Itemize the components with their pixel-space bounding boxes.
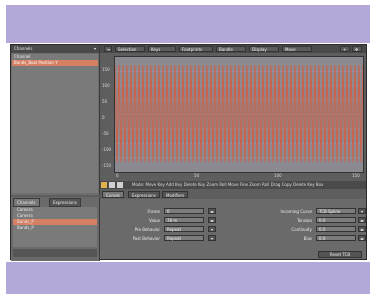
- y-tick: -100: [102, 147, 112, 152]
- frame-stepper[interactable]: ◂▸: [208, 208, 216, 214]
- chevron-down-icon: ▾: [93, 46, 96, 51]
- delete-key-icon[interactable]: [117, 182, 123, 188]
- continuity-stepper[interactable]: ◂▸: [358, 226, 366, 232]
- value-stepper[interactable]: ◂▸: [208, 217, 216, 223]
- post-behavior-select[interactable]: Repeat: [164, 235, 204, 241]
- curve-canvas[interactable]: [115, 57, 363, 172]
- tension-stepper[interactable]: ◂▸: [358, 217, 366, 223]
- y-tick: 150: [102, 67, 110, 72]
- tab-expressions[interactable]: Expressions: [49, 198, 81, 207]
- tension-label: Tension: [297, 218, 312, 223]
- bandle-menu[interactable]: Bandle: [216, 46, 246, 52]
- tree-item[interactable]: Bands_P: [13, 225, 97, 231]
- value-field[interactable]: 78 m: [164, 217, 204, 223]
- x-tick: 0: [116, 173, 119, 178]
- y-tick: 100: [102, 83, 110, 88]
- y-tick: 50: [102, 99, 108, 104]
- channel-panel: Channels ▾ Channel Bands_Bool Position Y: [11, 45, 100, 195]
- bottom-band: [6, 262, 370, 294]
- graph-editor-window: Channels ▾ Channel Bands_Bool Position Y…: [10, 44, 367, 261]
- add-key-icon[interactable]: [109, 182, 115, 188]
- key-toolbar: Mode: Move Key Add Key Delete Key Zoom R…: [100, 181, 366, 189]
- keys-menu[interactable]: Keys: [148, 46, 176, 52]
- tab-modifiers[interactable]: Modifiers: [162, 191, 189, 198]
- top-band: [6, 5, 370, 43]
- screenshot-page: Channels ▾ Channel Bands_Bool Position Y…: [0, 0, 376, 298]
- chevron-down-icon[interactable]: ▾: [358, 208, 366, 214]
- x-axis: 0 50 100 150: [114, 173, 364, 179]
- frame-label: Frame: [147, 209, 160, 214]
- chevron-down-icon[interactable]: ▾: [208, 226, 216, 232]
- zoom-icon[interactable]: +: [340, 46, 350, 52]
- x-tick: 150: [352, 173, 360, 178]
- curve-graph[interactable]: [114, 56, 364, 173]
- tab-expressions-panel[interactable]: Expressions: [128, 191, 160, 198]
- bias-label: Bias: [303, 236, 312, 241]
- continuity-field[interactable]: 0.0: [316, 226, 356, 232]
- pan-icon[interactable]: ✥: [352, 46, 362, 52]
- toolbar: ≡ Selection Keys Footprints Bandle Displ…: [100, 45, 366, 53]
- y-tick: -50: [102, 131, 109, 136]
- key-mode-text: Mode: Move Key Add Key Delete Key Zoom R…: [132, 182, 324, 187]
- bias-stepper[interactable]: ◂▸: [358, 235, 366, 241]
- post-behavior-label: Post Behavior: [132, 236, 160, 241]
- channel-item-selected[interactable]: Bands_Bool Position Y: [12, 60, 98, 66]
- y-tick: -150: [102, 163, 112, 168]
- channel-list[interactable]: Channel Bands_Bool Position Y: [12, 54, 98, 193]
- value-label: Value: [149, 218, 160, 223]
- scroll-bar[interactable]: [13, 249, 97, 257]
- tab-curves[interactable]: Curves: [102, 191, 124, 198]
- continuity-label: Continuity: [291, 227, 312, 232]
- display-menu[interactable]: Display: [249, 46, 279, 52]
- chevron-down-icon[interactable]: ▾: [208, 235, 216, 241]
- frame-field[interactable]: 0: [164, 208, 204, 214]
- footprints-menu[interactable]: Footprints: [179, 46, 213, 52]
- menu-icon[interactable]: ≡: [104, 46, 112, 52]
- x-tick: 50: [194, 173, 200, 178]
- tension-field[interactable]: 0.0: [316, 217, 356, 223]
- move-menu[interactable]: Move: [282, 46, 312, 52]
- reset-tcb-button[interactable]: Reset TCB: [318, 251, 362, 258]
- motion-curve[interactable]: [115, 64, 363, 163]
- incoming-curve-select[interactable]: TCB Spline: [316, 208, 356, 214]
- tab-channels[interactable]: Channels: [13, 198, 40, 207]
- pre-behavior-select[interactable]: Repeat: [164, 226, 204, 232]
- panel-tabs: Curves Expressions Modifiers: [100, 191, 366, 198]
- channels-header[interactable]: Channels ▾: [11, 45, 99, 53]
- x-tick: 100: [274, 173, 282, 178]
- move-key-icon[interactable]: [101, 182, 107, 188]
- curve-properties-panel: Frame 0 ◂▸ Value 78 m ◂▸ Pre Behavior Re…: [100, 199, 366, 259]
- bias-field[interactable]: 0.0: [316, 235, 356, 241]
- y-tick: 0: [102, 115, 105, 120]
- scene-panel: Channels Expressions Camera Camera Bands…: [11, 197, 100, 261]
- selection-menu[interactable]: Selection: [115, 46, 145, 52]
- pre-behavior-label: Pre Behavior: [134, 227, 160, 232]
- incoming-curve-label: Incoming Curve: [280, 209, 312, 214]
- channels-header-label: Channels: [14, 46, 33, 51]
- channel-tree[interactable]: Camera Camera Bands_P Bands_P: [13, 207, 97, 247]
